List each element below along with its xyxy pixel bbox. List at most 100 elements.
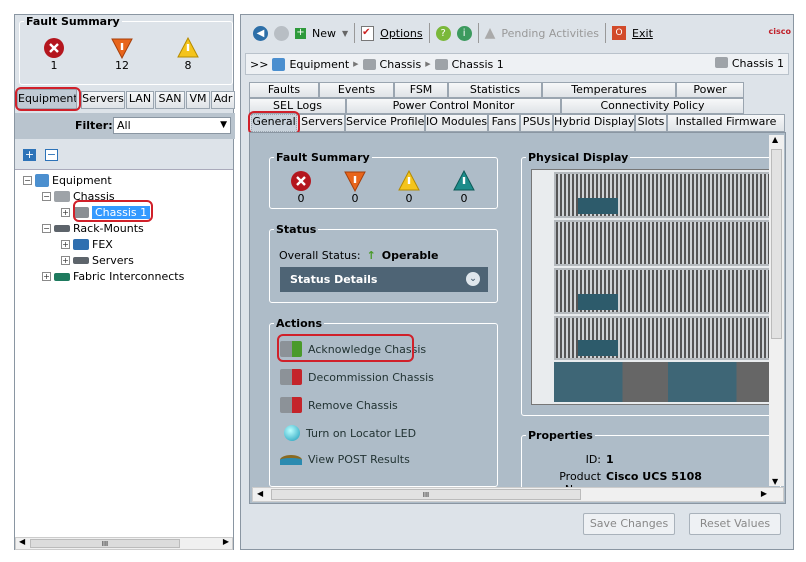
fabric-icon xyxy=(54,272,70,281)
new-button[interactable]: New xyxy=(312,27,336,40)
chevron-down-icon: ▼ xyxy=(220,120,227,130)
tree-item-servers[interactable]: + Servers xyxy=(61,254,134,267)
highlight-chassis-1 xyxy=(73,200,153,222)
major-icon xyxy=(344,171,366,192)
led-icon xyxy=(284,425,300,441)
collapse-all-button[interactable]: − xyxy=(45,149,58,161)
reset-values-button[interactable]: Reset Values xyxy=(689,513,781,535)
expand-icon: + xyxy=(61,256,70,265)
tab-hybrid-display[interactable]: Hybrid Display xyxy=(553,114,635,132)
tab-power[interactable]: Power xyxy=(676,82,744,98)
back-icon[interactable]: ◀ xyxy=(253,25,268,41)
filter-select[interactable]: All ▼ xyxy=(113,117,231,134)
tab-fans[interactable]: Fans xyxy=(488,114,520,132)
minor-icon xyxy=(398,170,420,191)
scroll-thumb[interactable]: III xyxy=(30,539,180,548)
remove-icon xyxy=(280,397,302,413)
tab-admin[interactable]: Adr xyxy=(211,91,235,109)
pending-icon: ▲ xyxy=(484,25,496,41)
help-icon[interactable]: ? xyxy=(435,25,451,41)
tab-slots[interactable]: Slots xyxy=(635,114,667,132)
breadcrumb-equipment[interactable]: Equipment xyxy=(289,58,349,71)
view-post-results-link[interactable]: View POST Results xyxy=(280,453,410,466)
tab-events[interactable]: Events xyxy=(319,82,394,98)
locator-led-link[interactable]: Turn on Locator LED xyxy=(284,425,416,441)
equipment-icon xyxy=(272,57,286,71)
minor-fault[interactable]: 8 xyxy=(173,37,203,72)
scroll-thumb[interactable]: III xyxy=(271,489,581,500)
scroll-down-icon[interactable]: ▼ xyxy=(772,477,778,486)
highlight-acknowledge xyxy=(277,334,414,362)
decommission-chassis-link[interactable]: Decommission Chassis xyxy=(280,369,434,385)
tab-io-modules[interactable]: IO Modules xyxy=(425,114,488,132)
tab-vm[interactable]: VM xyxy=(186,91,210,109)
save-changes-button[interactable]: Save Changes xyxy=(583,513,675,535)
critical-fault[interactable]: 1 xyxy=(39,37,69,72)
tab-installed-firmware[interactable]: Installed Firmware xyxy=(667,114,785,132)
tab-temperatures[interactable]: Temperatures xyxy=(542,82,676,98)
eye-icon xyxy=(280,454,302,465)
major-fault[interactable]: 0 xyxy=(340,170,370,205)
warning-fault[interactable]: 0 xyxy=(449,170,479,205)
tab-lan[interactable]: LAN xyxy=(126,91,154,109)
highlight-equipment-tab xyxy=(15,87,81,111)
equipment-tree: − Equipment − Chassis + Chassis 1 − Rack-Mou… xyxy=(15,169,233,537)
chassis-id-value: 1 xyxy=(606,453,614,466)
exit-icon: O xyxy=(612,26,627,40)
major-fault[interactable]: 12 xyxy=(107,37,137,72)
chassis-icon xyxy=(434,58,448,70)
scroll-left-icon[interactable]: ◀ xyxy=(19,537,25,546)
tab-connectivity-policy[interactable]: Connectivity Policy xyxy=(561,98,744,114)
forward-icon[interactable] xyxy=(274,25,289,41)
minor-icon xyxy=(177,37,199,58)
warning-icon xyxy=(453,170,475,191)
critical-icon xyxy=(291,171,311,191)
tab-servers[interactable]: Servers xyxy=(299,114,345,132)
info-icon[interactable]: i xyxy=(456,25,472,41)
pending-activities-button[interactable]: Pending Activities xyxy=(501,27,599,40)
tab-statistics[interactable]: Statistics xyxy=(448,82,542,98)
vertical-scrollbar[interactable]: ▲ ▼ xyxy=(769,135,784,486)
overall-status-value: Operable xyxy=(381,249,439,262)
tab-faults[interactable]: Faults xyxy=(249,82,319,98)
collapse-icon: − xyxy=(23,176,32,185)
cisco-logo: cisco xyxy=(768,27,791,36)
tab-power-control-monitor[interactable]: Power Control Monitor xyxy=(346,98,561,114)
tab-san[interactable]: SAN xyxy=(155,91,185,109)
tab-psus[interactable]: PSUs xyxy=(520,114,553,132)
tree-item-fex[interactable]: + FEX xyxy=(61,238,113,251)
decommission-icon xyxy=(280,369,302,385)
tree-item-equipment[interactable]: − Equipment xyxy=(23,174,112,187)
horizontal-scrollbar[interactable]: ◀ III ▶ xyxy=(252,487,784,502)
breadcrumb-chassis[interactable]: Chassis xyxy=(380,58,422,71)
remove-chassis-link[interactable]: Remove Chassis xyxy=(280,397,398,413)
left-horizontal-scrollbar[interactable]: ◀ III ▶ xyxy=(15,537,233,550)
arrow-up-icon: ↑ xyxy=(366,249,376,262)
status-details-toggle[interactable]: Status Details ⌄ xyxy=(280,267,488,292)
navigation-panel: Fault Summary 1 12 8 Equipment Servers L… xyxy=(14,14,235,550)
expand-chevron-icon: ⌄ xyxy=(466,272,480,286)
tree-item-rack-mounts[interactable]: − Rack-Mounts xyxy=(42,222,144,235)
scroll-right-icon[interactable]: ▶ xyxy=(761,489,767,498)
current-object: Chassis 1 xyxy=(714,57,784,70)
options-icon: ✔ xyxy=(361,25,375,41)
tab-fsm[interactable]: FSM xyxy=(394,82,448,98)
minor-fault[interactable]: 0 xyxy=(394,170,424,205)
new-icon: + xyxy=(295,26,306,39)
expand-all-button[interactable]: + xyxy=(23,149,36,161)
chassis-icon xyxy=(54,191,70,202)
options-button[interactable]: Options xyxy=(380,27,422,40)
exit-button[interactable]: Exit xyxy=(632,27,653,40)
tab-service-profiles[interactable]: Service Profiles xyxy=(345,114,425,132)
tab-servers[interactable]: Servers xyxy=(81,91,125,109)
toolbar: ◀ + New ▼ ✔ Options ? i ▲ Pending Activit… xyxy=(241,19,793,47)
scroll-left-icon[interactable]: ◀ xyxy=(257,489,263,498)
general-content: Fault Summary 0 0 0 0 Status Overall Sta… xyxy=(249,132,786,504)
scroll-right-icon[interactable]: ▶ xyxy=(223,537,229,546)
scroll-up-icon[interactable]: ▲ xyxy=(772,135,778,144)
major-icon xyxy=(111,38,133,59)
fex-icon xyxy=(73,239,89,250)
critical-fault[interactable]: 0 xyxy=(286,170,316,205)
filter-bar: Filter: All ▼ xyxy=(15,113,235,139)
tree-item-fabric-interconnects[interactable]: + Fabric Interconnects xyxy=(42,270,184,283)
